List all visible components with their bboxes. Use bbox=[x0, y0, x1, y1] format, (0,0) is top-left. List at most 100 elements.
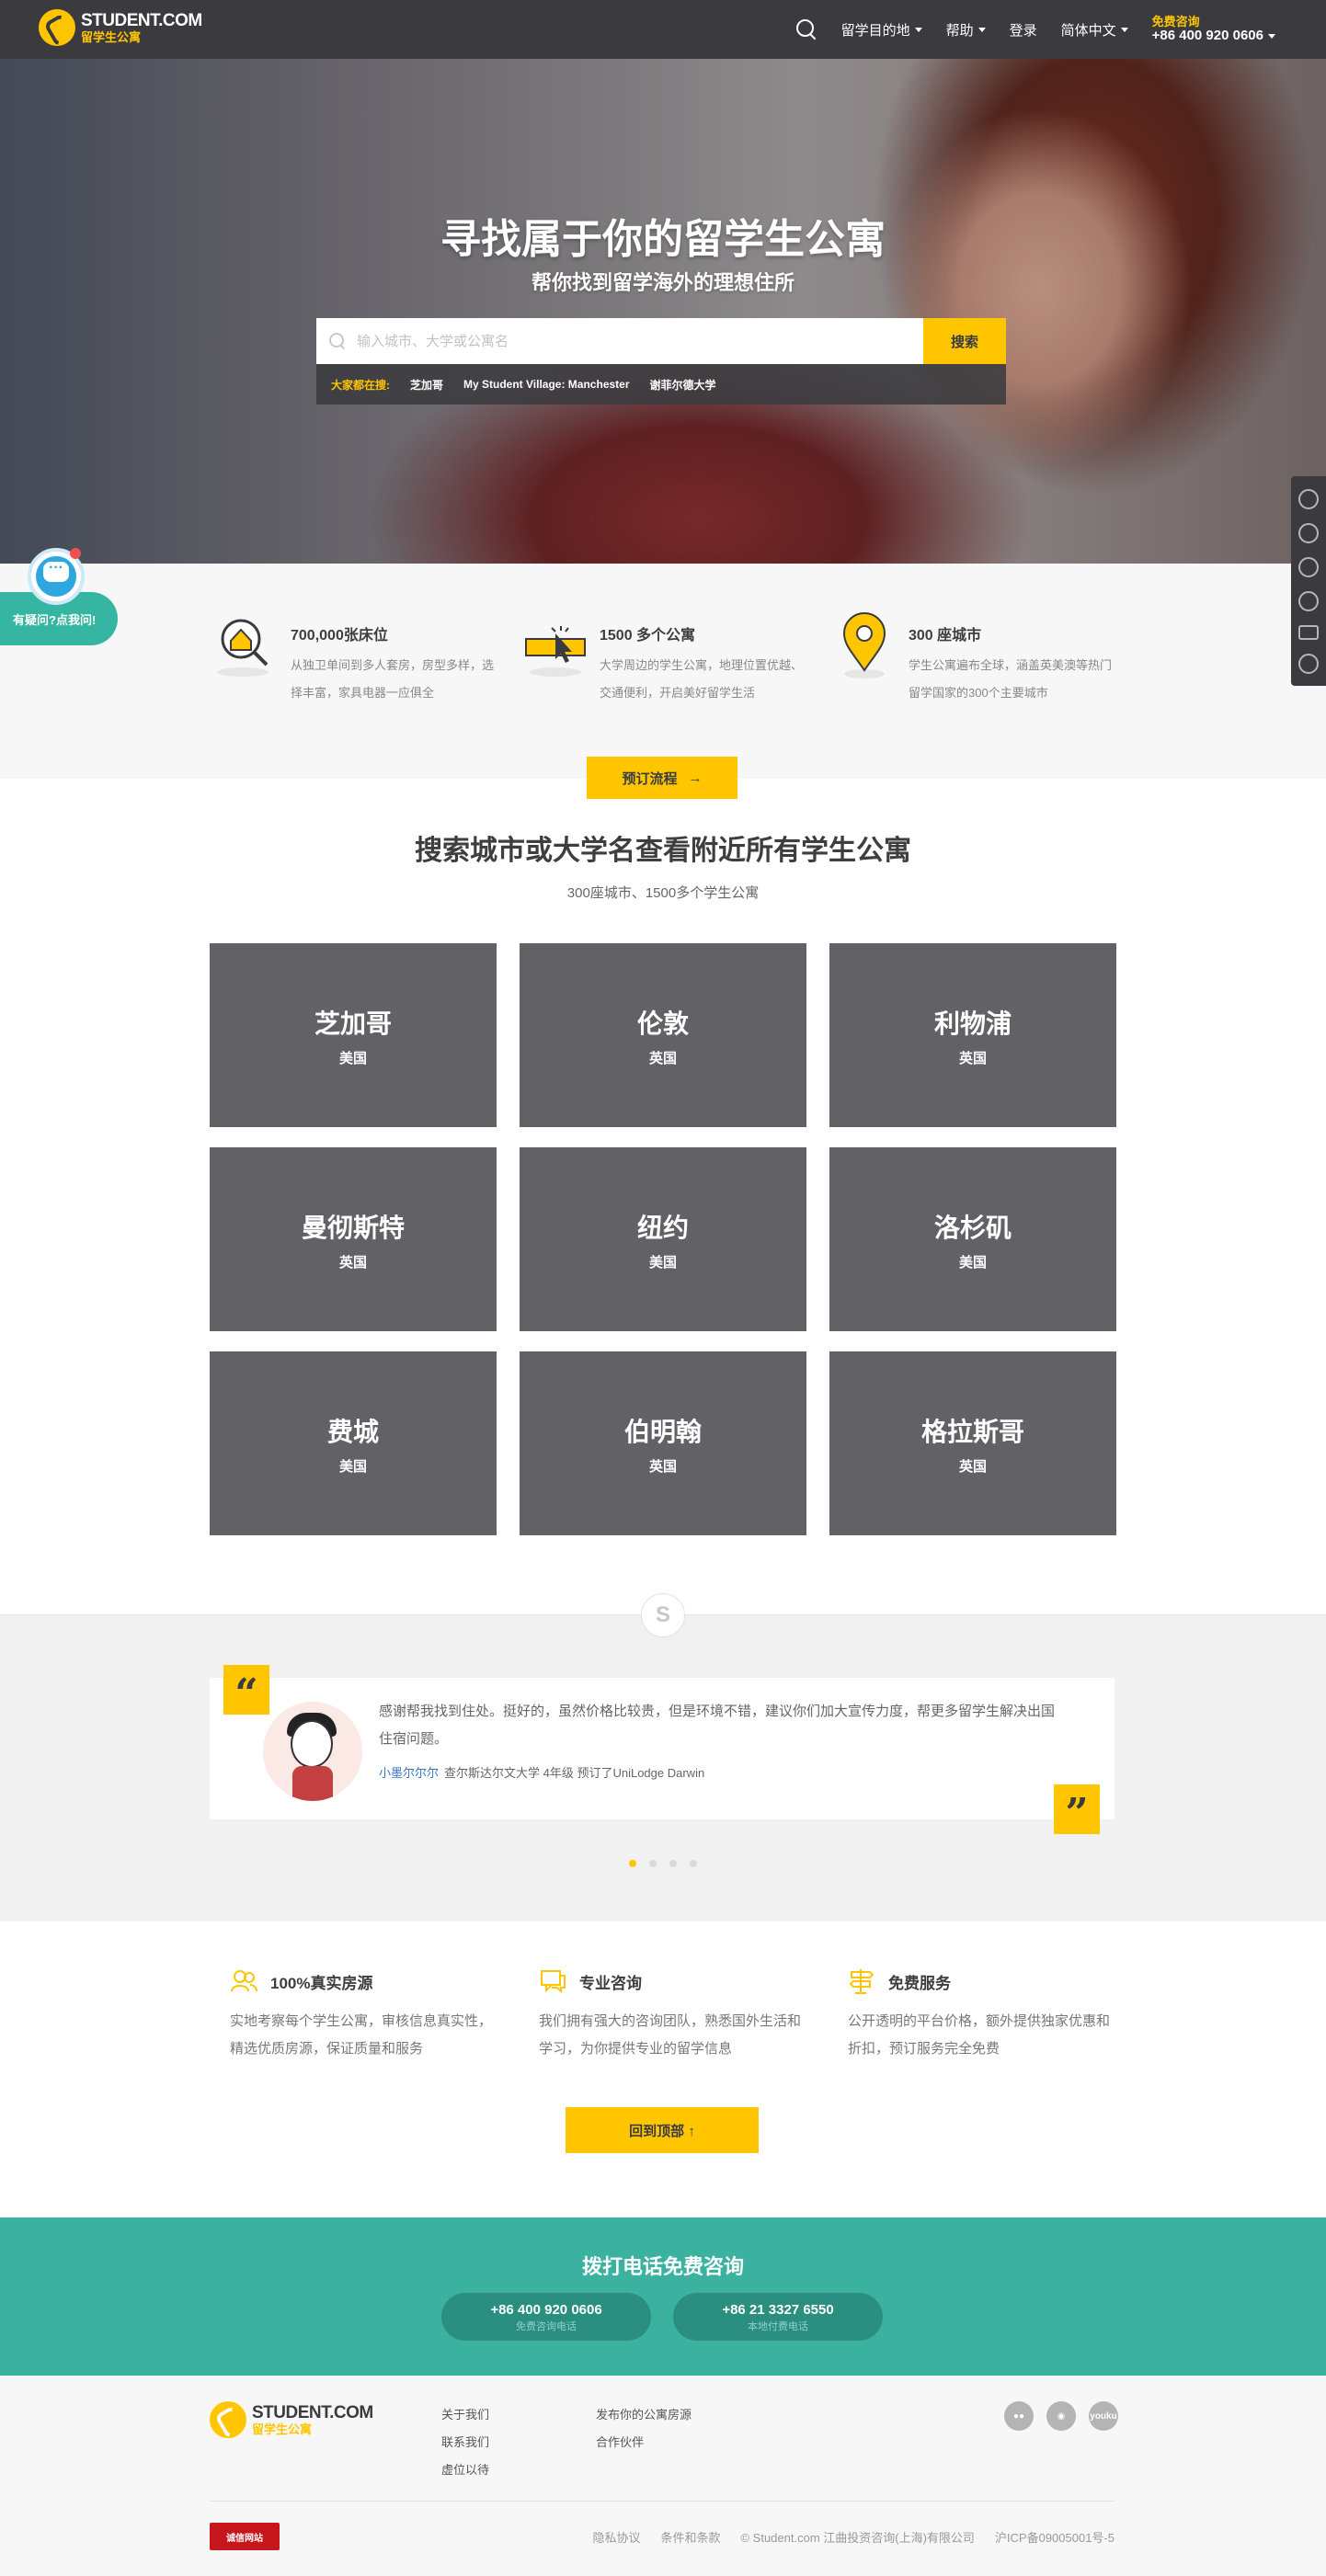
logo-mark-icon bbox=[39, 9, 75, 46]
booking-process-button[interactable]: 预订流程 → bbox=[587, 757, 737, 799]
footer-link-contact[interactable]: 联系我们 bbox=[441, 2429, 489, 2456]
testimonials-section: “ 感谢帮我找到住处。挺好的，虽然价格比较贵，但是环境不错，建议你们加大宣传力度… bbox=[0, 1615, 1326, 1921]
city-country: 美国 bbox=[648, 1254, 677, 1271]
copyright-text: © Student.com 江曲投资咨询(上海)有限公司 bbox=[740, 2531, 975, 2545]
city-card[interactable]: 纽约 美国 bbox=[520, 1147, 806, 1331]
logo-subtitle: 留学生公寓 bbox=[81, 30, 142, 44]
phone-number: +86 21 3327 6550 bbox=[722, 2302, 834, 2318]
hotline-label: 免费咨询 bbox=[1151, 14, 1200, 28]
cities-section-title: 搜索城市或大学名查看附近所有学生公寓 bbox=[415, 836, 911, 866]
hero-subtitle: 帮你找到留学海外的理想住所 bbox=[531, 271, 794, 294]
service-item: 免费服务 公开透明的平台价格，额外提供独家优惠和折扣，预订服务完全免费 bbox=[848, 1967, 1115, 2063]
footer-logo[interactable]: STUDENT.COM 留学生公寓 bbox=[210, 2401, 373, 2438]
caret-down-icon bbox=[977, 27, 986, 32]
site-footer: STUDENT.COM 留学生公寓 关于我们 联系我们 虚位以待 发布你的公寓房… bbox=[0, 2376, 1326, 2576]
phone-button[interactable]: +86 400 920 0606 免费咨询电话 bbox=[441, 2293, 651, 2341]
city-name: 利物浦 bbox=[933, 1009, 1012, 1038]
city-card[interactable]: 曼彻斯特 英国 bbox=[210, 1147, 497, 1331]
qq-icon[interactable] bbox=[1298, 556, 1319, 577]
hero-search-button[interactable]: 搜索 bbox=[923, 318, 1006, 364]
phone-icon[interactable] bbox=[1298, 488, 1319, 509]
caret-down-icon bbox=[1120, 27, 1128, 32]
logo-wordmark: STUDENT.COM bbox=[252, 2403, 373, 2422]
city-card[interactable]: 芝加哥 美国 bbox=[210, 943, 497, 1127]
city-grid: 芝加哥 美国 伦敦 英国 利物浦 英国 曼彻斯特 英国 纽约 美国 洛杉矶 美国 费城 美国 … bbox=[210, 943, 1116, 1535]
testimonial-text: 感谢帮我找到住处。挺好的，虽然价格比较贵，但是环境不错，建议你们加大宣传力度，帮… bbox=[379, 1704, 1056, 1747]
privacy-link[interactable]: 隐私协议 bbox=[592, 2528, 640, 2546]
city-card[interactable]: 洛杉矶 美国 bbox=[829, 1147, 1116, 1331]
wechat-icon[interactable]: ●● bbox=[1004, 2401, 1034, 2431]
phone-number: +86 400 920 0606 bbox=[490, 2302, 602, 2318]
nav-destinations[interactable]: 留学目的地 bbox=[841, 20, 922, 40]
city-card[interactable]: 伦敦 英国 bbox=[520, 943, 806, 1127]
people-icon bbox=[230, 1967, 257, 1995]
carousel-dot[interactable] bbox=[669, 1860, 677, 1867]
testimonial-author: 小墨尔尔尔 查尔斯达尔文大学 4年级 预订了UniLodge Darwin bbox=[379, 1763, 704, 1781]
hotline-number: +86 400 920 0606 bbox=[1151, 27, 1263, 43]
notification-dot bbox=[70, 548, 81, 559]
cities-section-subtitle: 300座城市、1500多个学生公寓 bbox=[566, 885, 760, 901]
footer-links-col: 关于我们 联系我们 虚位以待 bbox=[441, 2401, 489, 2484]
trust-badge[interactable]: 诚信网站 bbox=[210, 2523, 280, 2550]
hero-search-input[interactable] bbox=[357, 333, 909, 349]
site-logo[interactable]: STUDENT.COM 留学生公寓 bbox=[39, 9, 202, 46]
city-name: 曼彻斯特 bbox=[301, 1213, 405, 1242]
youku-icon[interactable]: youku bbox=[1089, 2401, 1118, 2431]
nav-help[interactable]: 帮助 bbox=[946, 20, 986, 40]
feature-item: 300 座城市 学生公寓遍布全球，涵盖英美澳等热门留学国家的300个主要城市 bbox=[833, 610, 1127, 707]
house-search-icon bbox=[215, 610, 280, 683]
reviewer-name[interactable]: 小墨尔尔尔 bbox=[379, 1766, 439, 1780]
top-navbar: STUDENT.COM 留学生公寓 留学目的地 帮助 登录 简体中文 免费咨询 … bbox=[0, 0, 1326, 59]
popular-searches-label: 大家都在搜: bbox=[331, 378, 390, 392]
phone-button[interactable]: +86 21 3327 6550 本地付费电话 bbox=[673, 2293, 883, 2341]
city-country: 美国 bbox=[338, 1458, 367, 1475]
mail-icon[interactable] bbox=[1298, 624, 1319, 640]
city-name: 芝加哥 bbox=[314, 1009, 392, 1038]
popular-link[interactable]: 芝加哥 bbox=[410, 377, 443, 393]
popular-link[interactable]: My Student Village: Manchester bbox=[463, 378, 630, 391]
back-to-top-button[interactable]: 回到顶部 ↑ bbox=[566, 2107, 759, 2153]
feature-title: 300 座城市 bbox=[909, 628, 982, 644]
footer-link-partners[interactable]: 合作伙伴 bbox=[596, 2429, 692, 2456]
city-name: 洛杉矶 bbox=[933, 1213, 1012, 1242]
logo-mark-icon: S bbox=[641, 1593, 685, 1637]
city-card[interactable]: 费城 美国 bbox=[210, 1351, 497, 1535]
footer-link-vacancy[interactable]: 虚位以待 bbox=[441, 2456, 489, 2484]
footer-link-list-property[interactable]: 发布你的公寓房源 bbox=[596, 2401, 692, 2429]
footer-links-col: 发布你的公寓房源 合作伙伴 bbox=[596, 2401, 692, 2456]
icp-link[interactable]: 沪ICP备09005001号-5 bbox=[995, 2528, 1115, 2546]
hero-background-image bbox=[0, 59, 1326, 564]
city-name: 伯明翰 bbox=[623, 1417, 702, 1446]
city-card[interactable]: 格拉斯哥 英国 bbox=[829, 1351, 1116, 1535]
chat-widget-label: 有疑问?点我问! bbox=[13, 613, 97, 627]
carousel-dot[interactable] bbox=[690, 1860, 697, 1867]
user-icon[interactable] bbox=[1298, 590, 1319, 611]
share-icon[interactable] bbox=[1298, 653, 1319, 674]
feature-description: 学生公寓遍布全球，涵盖英美澳等热门留学国家的300个主要城市 bbox=[909, 658, 1113, 700]
hotline-dropdown[interactable]: 免费咨询 +86 400 920 0606 bbox=[1151, 14, 1275, 44]
logo-subtitle: 留学生公寓 bbox=[252, 2422, 313, 2436]
main-nav: 留学目的地 帮助 登录 简体中文 免费咨询 +86 400 920 0606 bbox=[795, 0, 1275, 59]
service-description: 实地考察每个学生公寓，审核信息真实性，精选优质房源，保证质量和服务 bbox=[230, 2013, 493, 2057]
search-icon[interactable] bbox=[795, 18, 817, 40]
footer-divider bbox=[210, 2501, 1115, 2502]
carousel-dot[interactable] bbox=[649, 1860, 657, 1867]
service-item: 100%真实房源 实地考察每个学生公寓，审核信息真实性，精选优质房源，保证质量和… bbox=[230, 1967, 497, 2063]
weibo-icon[interactable]: ◉ bbox=[1046, 2401, 1076, 2431]
popular-link[interactable]: 谢菲尔德大学 bbox=[650, 377, 716, 393]
reviewer-avatar bbox=[263, 1702, 362, 1801]
terms-link[interactable]: 条件和条款 bbox=[660, 2528, 720, 2546]
nav-login[interactable]: 登录 bbox=[1010, 20, 1037, 40]
city-name: 伦敦 bbox=[636, 1009, 689, 1038]
city-card[interactable]: 伯明翰 英国 bbox=[520, 1351, 806, 1535]
nav-language[interactable]: 简体中文 bbox=[1061, 20, 1128, 40]
carousel-dot[interactable] bbox=[629, 1860, 636, 1867]
footer-link-about[interactable]: 关于我们 bbox=[441, 2401, 489, 2429]
city-country: 英国 bbox=[338, 1254, 367, 1271]
city-card[interactable]: 利物浦 英国 bbox=[829, 943, 1116, 1127]
service-item: 专业咨询 我们拥有强大的咨询团队，熟悉国外生活和学习，为你提供专业的留学信息 bbox=[539, 1967, 806, 2063]
wechat-icon[interactable] bbox=[1298, 522, 1319, 543]
phone-label: 免费咨询电话 bbox=[516, 2321, 577, 2332]
chat-icon bbox=[539, 1967, 566, 1995]
chat-bubble-icon bbox=[36, 556, 76, 597]
